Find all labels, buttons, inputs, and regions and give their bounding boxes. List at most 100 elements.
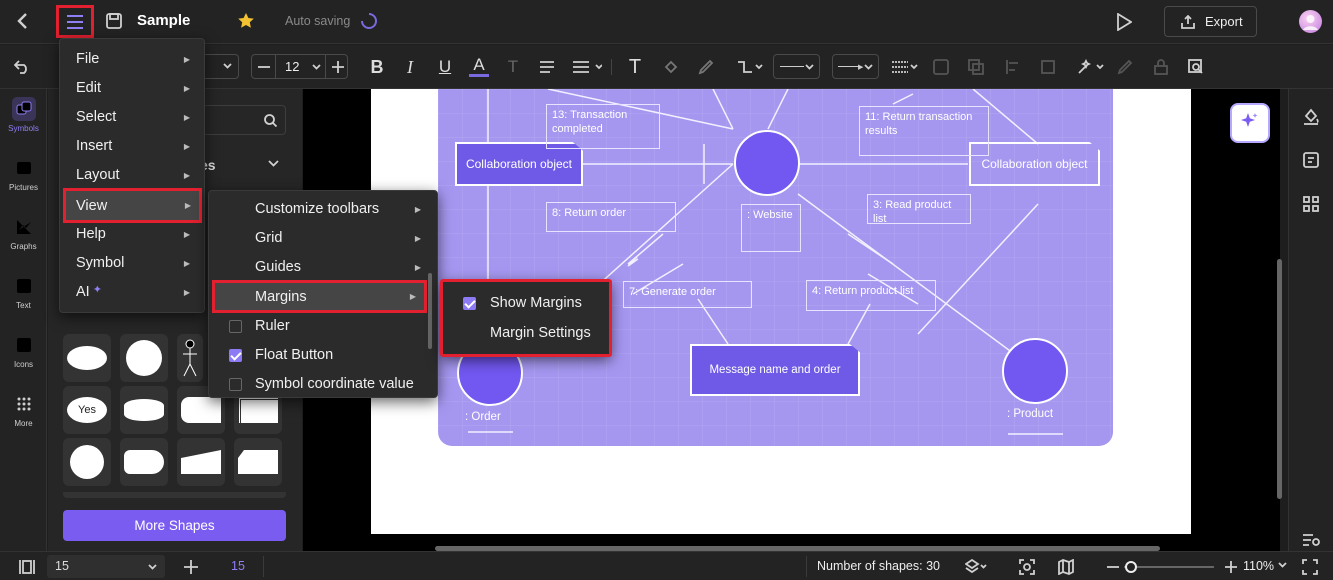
website-lifeline-circle[interactable]	[734, 130, 800, 196]
sidebar-item-symbols[interactable]: Symbols	[0, 89, 47, 147]
message-3[interactable]: 3: Read product list	[867, 194, 971, 225]
align-left-icon[interactable]	[1003, 57, 1023, 77]
lock-icon[interactable]	[1151, 57, 1171, 77]
avatar[interactable]	[1299, 10, 1322, 33]
cylinder-shape[interactable]	[120, 386, 168, 434]
product-label[interactable]: : Product	[1007, 408, 1053, 420]
sidebar-item-graphs[interactable]: Graphs	[0, 207, 47, 265]
chevron-down-icon[interactable]	[311, 62, 321, 72]
zoom-in-icon[interactable]	[1222, 557, 1240, 577]
layers-icon[interactable]	[965, 557, 987, 577]
menu-item-grid[interactable]: Grid ▶	[213, 224, 431, 252]
more-shapes-button[interactable]: More Shapes	[63, 510, 286, 541]
zoom-level[interactable]: 110%	[1243, 559, 1274, 573]
font-size-stepper[interactable]: 12	[251, 54, 348, 79]
menu-item-ruler[interactable]: Ruler	[213, 312, 431, 340]
menu-item-ai[interactable]: AI ✦ ▶	[64, 278, 200, 306]
message-8[interactable]: 8: Return order	[546, 202, 676, 232]
map-icon[interactable]	[1056, 557, 1076, 577]
menu-item-margins[interactable]: Margins ▶	[212, 280, 427, 313]
zoom-out-icon[interactable]	[1104, 557, 1122, 577]
document-title[interactable]: Sample	[137, 12, 190, 29]
font-size-value[interactable]: 12	[285, 59, 299, 74]
order-label[interactable]: : Order	[465, 411, 501, 423]
undo-icon[interactable]	[12, 57, 32, 77]
menu-item-insert[interactable]: Insert ▶	[64, 132, 200, 160]
page-list-icon[interactable]	[17, 558, 37, 576]
text-style-icon[interactable]: T	[503, 57, 523, 77]
connector-circle-shape[interactable]	[63, 438, 111, 486]
menu-item-view[interactable]: View ▶	[63, 188, 202, 223]
text-tool-icon[interactable]: T	[624, 56, 646, 78]
fullscreen-icon[interactable]	[1300, 557, 1320, 577]
circle-shape[interactable]	[120, 334, 168, 382]
menu-item-edit[interactable]: Edit ▶	[64, 74, 200, 102]
manual-operation-shape[interactable]	[234, 438, 282, 486]
vertical-scrollbar[interactable]	[1277, 259, 1282, 499]
panel-settings-icon[interactable]	[1300, 529, 1322, 551]
communication-diagram[interactable]: Collaboration object Collaboration objec…	[438, 89, 1113, 446]
menu-hamburger-icon[interactable]	[56, 5, 94, 38]
actor-shape[interactable]	[177, 334, 203, 382]
line-style-select[interactable]	[773, 54, 820, 79]
plus-icon[interactable]	[330, 59, 346, 75]
manual-input-shape[interactable]	[177, 438, 225, 486]
current-page-tab[interactable]: 15	[231, 559, 245, 573]
message-7[interactable]: 7: Generate order	[623, 281, 752, 308]
menu-item-select[interactable]: Select ▶	[64, 103, 200, 131]
line-weight-icon[interactable]	[890, 57, 920, 77]
menu-item-help[interactable]: Help ▶	[64, 220, 200, 248]
edit-icon[interactable]	[1115, 57, 1135, 77]
symbol-search-input[interactable]	[198, 105, 286, 135]
show-margins-checkbox[interactable]	[463, 296, 476, 310]
ellipse-shape[interactable]	[63, 334, 111, 382]
page-select[interactable]: 15	[47, 555, 165, 578]
message-13[interactable]: 13: Transaction completed	[546, 104, 660, 149]
find-replace-icon[interactable]	[1186, 57, 1206, 77]
menu-item-show-margins[interactable]: Show Margins	[446, 289, 606, 317]
back-icon[interactable]	[12, 10, 34, 32]
bold-icon[interactable]: B	[367, 57, 387, 77]
save-icon[interactable]	[104, 11, 124, 31]
menu-item-layout[interactable]: Layout ▶	[64, 161, 200, 189]
menu-item-guides[interactable]: Guides ▶	[213, 253, 431, 281]
message-box[interactable]: Message name and order	[690, 344, 860, 396]
group-icon[interactable]	[931, 57, 951, 77]
star-icon[interactable]	[236, 11, 256, 31]
product-lifeline-circle[interactable]	[1002, 338, 1068, 404]
pen-icon[interactable]	[696, 57, 716, 77]
search-icon[interactable]	[263, 113, 277, 127]
menu-item-margin-settings[interactable]: Margin Settings	[446, 319, 606, 347]
add-page-icon[interactable]	[181, 557, 201, 577]
sidebar-item-pictures[interactable]: Pictures	[0, 148, 47, 206]
chevron-down-icon[interactable]	[265, 155, 281, 171]
yes-decision-shape[interactable]: Yes	[63, 386, 111, 434]
sidebar-item-text[interactable]: Text	[0, 266, 47, 324]
grid-apps-icon[interactable]	[1300, 193, 1322, 215]
submenu-scrollbar[interactable]	[428, 273, 432, 349]
ruler-checkbox[interactable]	[229, 319, 242, 333]
distribute-icon[interactable]	[1038, 57, 1058, 77]
menu-item-customize-toolbars[interactable]: Customize toolbars ▶	[213, 195, 431, 223]
zoom-slider-handle[interactable]	[1125, 561, 1137, 573]
website-label[interactable]: : Website	[741, 204, 801, 252]
bring-front-icon[interactable]	[966, 57, 986, 77]
float-button-checkbox[interactable]	[229, 348, 242, 362]
align-icon[interactable]	[537, 57, 557, 77]
menu-item-float-button[interactable]: Float Button	[213, 341, 431, 369]
font-color-icon[interactable]: A	[469, 55, 489, 77]
fill-icon[interactable]	[661, 57, 681, 77]
focus-icon[interactable]	[1017, 557, 1037, 577]
zoom-slider[interactable]	[1124, 561, 1214, 573]
arrow-style-select[interactable]: ▶	[832, 54, 879, 79]
sidebar-item-more[interactable]: More	[0, 384, 47, 442]
menu-item-file[interactable]: File ▶	[64, 45, 200, 73]
minus-icon[interactable]	[256, 59, 272, 75]
ai-float-button[interactable]	[1230, 103, 1270, 143]
menu-item-symbol-coordinate[interactable]: Symbol coordinate value	[213, 370, 431, 398]
message-4[interactable]: 4: Return product list	[806, 280, 936, 311]
sidebar-item-icons[interactable]: Icons	[0, 325, 47, 383]
export-button[interactable]: Export	[1164, 6, 1257, 37]
message-11[interactable]: 11: Return transaction results	[859, 106, 989, 156]
play-icon[interactable]	[1113, 11, 1135, 33]
